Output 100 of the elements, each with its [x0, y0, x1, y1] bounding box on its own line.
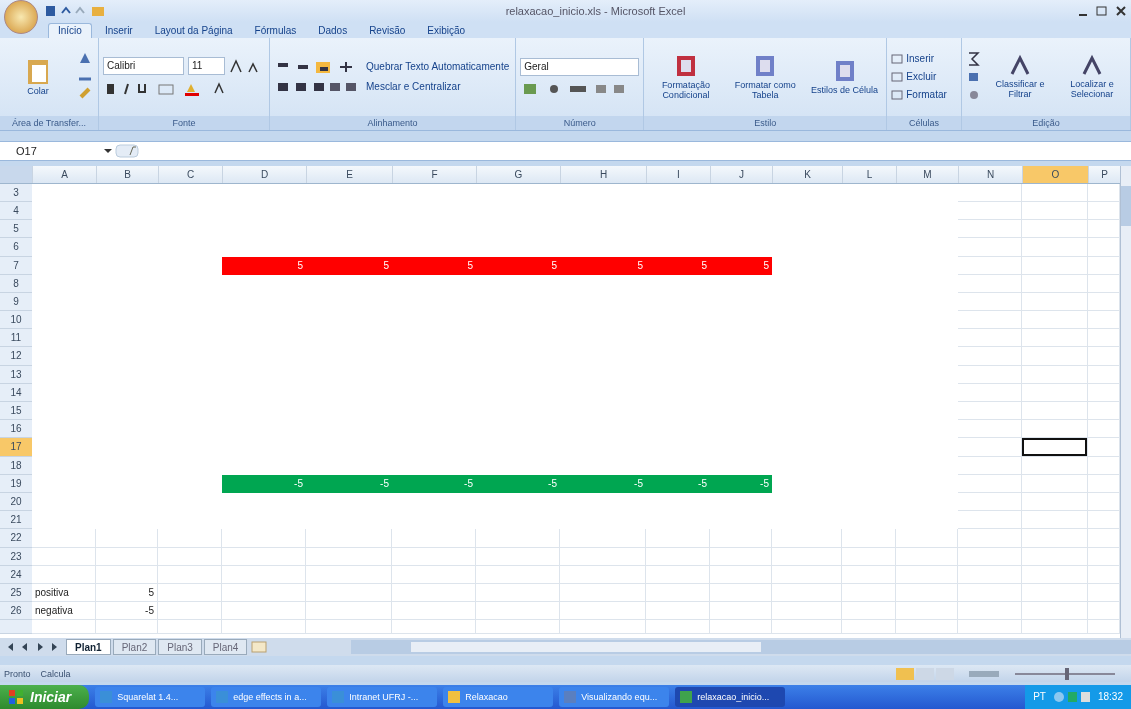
sheet-tab[interactable]: Plan3: [158, 639, 202, 656]
column-header[interactable]: H: [560, 165, 646, 183]
row-header[interactable]: 16: [0, 420, 32, 439]
table-cell: [710, 583, 772, 603]
column-header[interactable]: G: [476, 165, 560, 183]
font-size-field[interactable]: 11: [188, 56, 225, 75]
style-button[interactable]: Formatação Condicional: [648, 51, 724, 103]
ribbon-tab[interactable]: Revisão: [360, 22, 415, 38]
column-header[interactable]: K: [772, 165, 842, 183]
window-controls[interactable]: [1077, 4, 1127, 18]
colored-cell: 5: [306, 256, 392, 275]
number-format-field[interactable]: Geral: [520, 57, 640, 76]
table-cell: [32, 620, 96, 635]
column-header[interactable]: E: [306, 165, 392, 183]
table-cell: [158, 565, 222, 584]
tray-icons[interactable]: [1051, 690, 1092, 704]
column-header[interactable]: J: [710, 165, 772, 183]
row-header[interactable]: 12: [0, 347, 32, 366]
row-header[interactable]: 5: [0, 220, 32, 239]
status-text: Calcula: [40, 668, 71, 679]
ribbon-tab[interactable]: Layout da Página: [145, 22, 242, 38]
row-header[interactable]: 10: [0, 311, 32, 330]
merge-center-button[interactable]: Mesclar e Centralizar: [364, 81, 463, 93]
taskbar-button[interactable]: edge effects in a...: [211, 687, 322, 707]
taskbar-button[interactable]: relaxacao_inicio...: [675, 687, 786, 707]
edit-button[interactable]: Classificar e Filtrar: [986, 52, 1054, 102]
taskbar-button[interactable]: Relaxacao: [443, 687, 554, 707]
table-cell: [646, 583, 710, 603]
cells-button[interactable]: Formatar: [891, 88, 957, 101]
row-header[interactable]: 17: [0, 438, 32, 457]
ribbon-tab[interactable]: Fórmulas: [245, 22, 306, 38]
table-cell: [958, 493, 1022, 512]
ribbon-tab[interactable]: Exibição: [418, 22, 475, 38]
table-cell: [896, 529, 958, 548]
horizontal-scrollbar[interactable]: [351, 640, 1131, 655]
table-cell: [958, 311, 1022, 330]
table-cell: [772, 565, 842, 584]
colored-cell: -5: [560, 474, 646, 493]
colored-cell: 5: [560, 256, 646, 275]
row-header[interactable]: 21: [0, 511, 32, 530]
table-cell: [158, 583, 222, 603]
table-cell: [958, 620, 1022, 635]
wrap-text-button[interactable]: Quebrar Texto Automaticamente: [364, 61, 512, 73]
ribbon-tab[interactable]: Inserir: [95, 22, 142, 38]
row-header[interactable]: 11: [0, 329, 32, 348]
row-header[interactable]: 6: [0, 238, 32, 257]
column-header[interactable]: A: [32, 165, 96, 183]
colored-cell: 5: [222, 256, 306, 275]
row-header[interactable]: 26: [0, 602, 32, 621]
vertical-scrollbar[interactable]: [1120, 165, 1131, 639]
table-cell: [1022, 474, 1088, 493]
sheet-tab[interactable]: Plan2: [112, 639, 157, 656]
slider-thumb[interactable]: [1065, 667, 1069, 680]
style-button[interactable]: Formatar como Tabela: [727, 51, 803, 103]
taskbar-button[interactable]: Squarelat 1.4...: [95, 687, 206, 707]
sheet-tab[interactable]: Plan4: [203, 639, 248, 656]
table-cell: [1022, 220, 1088, 239]
table-cell: [710, 620, 772, 635]
column-header[interactable]: F: [392, 165, 476, 183]
edit-button[interactable]: Localizar e Selecionar: [1058, 52, 1126, 102]
column-header[interactable]: L: [842, 165, 896, 183]
ribbon-tab[interactable]: Início: [48, 22, 92, 38]
column-header[interactable]: M: [896, 165, 958, 183]
table-cell: [958, 602, 1022, 621]
paste-button[interactable]: Colar: [4, 54, 72, 99]
app-icon: [679, 690, 694, 704]
name-box[interactable]: O17: [0, 144, 96, 157]
sheet-tab[interactable]: Plan1: [66, 639, 111, 656]
row-header[interactable]: 22: [0, 529, 32, 548]
row-header[interactable]: 15: [0, 402, 32, 421]
font-family-field[interactable]: Calibri: [103, 56, 184, 75]
style-button[interactable]: Estilos de Célula: [806, 55, 883, 98]
office-button[interactable]: [4, 0, 38, 34]
ribbon-tab[interactable]: Dados: [309, 22, 357, 38]
cells-button[interactable]: Inserir: [891, 52, 957, 65]
table-cell: [842, 547, 896, 566]
table-cell: [1022, 256, 1088, 275]
colored-cell: -5: [392, 474, 476, 493]
cells-button[interactable]: Excluir: [891, 70, 957, 83]
column-header[interactable]: I: [646, 165, 710, 183]
column-header[interactable]: C: [158, 165, 222, 183]
colored-cell: -5: [710, 474, 772, 493]
cell-icon: [891, 88, 904, 101]
selected-cell[interactable]: [1022, 438, 1087, 456]
table-cell: [96, 565, 158, 584]
taskbar-button[interactable]: Visualizando equ...: [559, 687, 670, 707]
table-cell: [646, 620, 710, 635]
table-cell: [958, 547, 1022, 566]
colored-cell: 5: [646, 256, 710, 275]
column-header[interactable]: O: [1022, 165, 1088, 183]
table-cell: [896, 547, 958, 566]
group-label: Área de Transfer...: [0, 115, 98, 130]
table-cell: [772, 602, 842, 621]
cell-icon: [891, 52, 904, 65]
column-header[interactable]: B: [96, 165, 158, 183]
table-cell: [772, 620, 842, 635]
table-cell: [958, 329, 1022, 348]
clock: 18:32: [1097, 691, 1123, 703]
taskbar-button[interactable]: Intranet UFRJ -...: [327, 687, 438, 707]
column-header[interactable]: D: [222, 165, 306, 183]
